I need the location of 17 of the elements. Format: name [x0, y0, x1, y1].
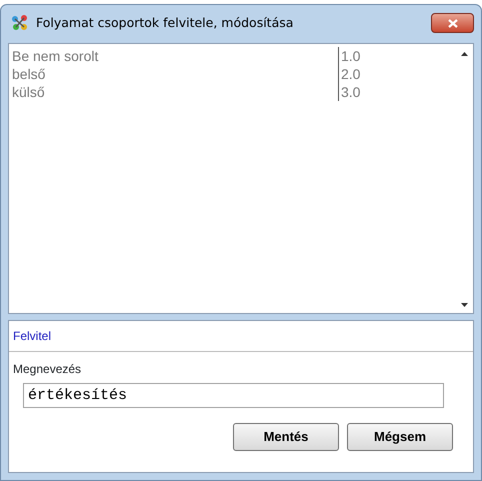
window-title: Folyamat csoportok felvitele, módosítása [36, 14, 294, 32]
list-cell-text: Be nem sorolt [11, 47, 100, 65]
dialog-button[interactable]: Mégsem [347, 423, 453, 451]
list-cell: 1.0 [338, 47, 360, 65]
name-input[interactable]: értékesítés [23, 383, 444, 408]
field-label: Megnevezés [13, 362, 82, 376]
list-cell: 3.0 [338, 83, 360, 101]
scroll-down-icon[interactable] [461, 303, 468, 307]
app-icon [10, 14, 30, 32]
dialog-button[interactable]: Mentés [233, 423, 339, 451]
list-cell: 2.0 [338, 65, 360, 83]
close-button[interactable] [431, 13, 474, 33]
panel-tab[interactable]: Felvitel [9, 321, 473, 352]
scroll-up-icon[interactable] [461, 52, 468, 56]
close-icon [448, 18, 458, 28]
list-cell-text: belső [11, 65, 46, 83]
list-cell-text: külső [11, 83, 46, 101]
